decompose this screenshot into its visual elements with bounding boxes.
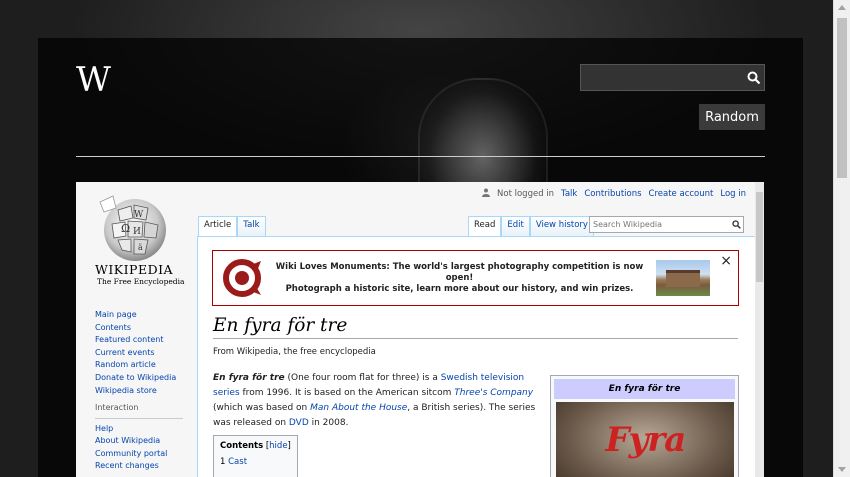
link-threes-company[interactable]: Three's Company <box>454 388 533 398</box>
wordmark-text: Wikipedia <box>95 262 174 277</box>
sidebar-item-featured-content[interactable]: Featured content <box>95 335 163 344</box>
wikipedia-tagline: The Free Encyclopedia <box>97 277 185 286</box>
toc-item-number: 1 <box>220 457 226 467</box>
toc-hide-link[interactable]: hide <box>269 441 287 451</box>
sidebar-item-donate[interactable]: Donate to Wikipedia <box>95 373 176 382</box>
page-scrollbar[interactable] <box>833 0 850 477</box>
toc-hide-toggle[interactable]: [hide] <box>266 441 291 451</box>
tab-read[interactable]: Read <box>468 216 502 236</box>
infobox-image-text: Fyra <box>605 420 687 460</box>
wiki-search[interactable] <box>589 216 744 233</box>
infobox-title: En fyra för tre <box>554 379 735 399</box>
svg-text:И: И <box>133 227 141 237</box>
close-icon[interactable]: × <box>720 253 732 269</box>
wikipedia-globe-icon[interactable]: Ω W И ä <box>98 192 172 266</box>
toc-item-label[interactable]: Cast <box>228 457 247 467</box>
search-icon[interactable] <box>743 65 764 90</box>
lead-text-3: (which was based on <box>213 403 311 413</box>
scroll-down-icon[interactable] <box>838 467 846 472</box>
banner-photo[interactable] <box>656 260 710 296</box>
wikipedia-wordmark[interactable]: Wikipedia <box>95 262 173 277</box>
page-scrollbar-thumb[interactable] <box>837 18 847 178</box>
sidebar-item-store[interactable]: Wikipedia store <box>95 386 157 395</box>
wiki-scrollbar[interactable] <box>755 182 764 477</box>
create-account-link[interactable]: Create account <box>649 189 714 199</box>
toc-title: Contents <box>220 441 264 451</box>
user-icon <box>482 188 491 200</box>
sidebar-heading-interaction: Interaction <box>95 402 139 412</box>
svg-text:ä: ä <box>138 243 143 252</box>
sidebar-item-about[interactable]: About Wikipedia <box>95 436 160 445</box>
infobox: En fyra för tre Fyra <box>550 375 739 477</box>
banner-line-1: Wiki Loves Monuments: The world's larges… <box>275 261 644 283</box>
sidebar-nav: Main page Contents Featured content Curr… <box>95 310 183 474</box>
search-icon[interactable] <box>729 217 743 232</box>
article-title: En fyra för tre <box>213 315 738 339</box>
link-man-about-the-house[interactable]: Man About the House <box>310 403 407 413</box>
sidebar-item-current-events[interactable]: Current events <box>95 348 155 357</box>
lead-text-2: from 1996. It is based on the American s… <box>239 388 455 398</box>
table-of-contents: Contents [hide] 1 Cast <box>213 435 298 477</box>
tab-history-label: View history <box>535 220 588 230</box>
login-link[interactable]: Log in <box>720 189 746 199</box>
wlm-banner: Wiki Loves Monuments: The world's larges… <box>212 250 739 306</box>
user-talk-link[interactable]: Talk <box>561 189 577 199</box>
tab-edit[interactable]: Edit <box>501 216 530 236</box>
tab-edit-label: Edit <box>507 220 524 230</box>
lead-text-1: (One four room flat for three) is a <box>284 373 441 383</box>
lead-bold-title: En fyra för tre <box>213 373 285 383</box>
header-search[interactable] <box>580 64 765 91</box>
link-dvd[interactable]: DVD <box>289 418 309 428</box>
tab-article-label: Article <box>204 220 232 230</box>
infobox-image[interactable]: Fyra <box>555 402 734 477</box>
wiki-scrollbar-thumb[interactable] <box>756 192 763 282</box>
sidebar-item-community-portal[interactable]: Community portal <box>95 449 167 458</box>
lead-text-5: in 2008. <box>308 418 349 428</box>
user-nav: Not logged in Talk Contributions Create … <box>482 188 746 200</box>
scroll-up-icon[interactable] <box>838 5 846 10</box>
sidebar-item-contents[interactable]: Contents <box>95 323 131 332</box>
tab-read-label: Read <box>474 220 496 230</box>
namespace-tabs: Article Talk <box>198 216 266 236</box>
banner-text[interactable]: Wiki Loves Monuments: The world's larges… <box>263 262 656 295</box>
random-button[interactable]: Random <box>699 104 765 130</box>
tab-article[interactable]: Article <box>198 216 238 236</box>
wiki-search-input[interactable] <box>590 217 729 232</box>
tab-talk-label: Talk <box>243 220 260 230</box>
wikipedia-page: Not logged in Talk Contributions Create … <box>76 182 764 477</box>
header-divider <box>76 156 765 157</box>
sidebar-item-main-page[interactable]: Main page <box>95 310 137 319</box>
svg-text:Ω: Ω <box>121 222 130 235</box>
view-tabs: Read Edit View history <box>468 216 594 236</box>
article-lead: En fyra för tre (One four room flat for … <box>213 371 545 431</box>
header-search-input[interactable] <box>581 65 743 90</box>
sidebar-item-recent-changes[interactable]: Recent changes <box>95 461 159 470</box>
svg-text:W: W <box>134 210 144 220</box>
tab-view-history[interactable]: View history <box>529 216 594 236</box>
tab-talk[interactable]: Talk <box>237 216 266 236</box>
login-status: Not logged in <box>497 189 555 199</box>
toc-item[interactable]: 1 Cast <box>220 457 291 467</box>
wlm-logo-icon <box>221 257 263 299</box>
sidebar-item-random-article[interactable]: Random article <box>95 360 156 369</box>
banner-line-2: Photograph a historic site, learn more a… <box>285 283 634 294</box>
wikipedia-logo[interactable]: W <box>76 60 111 100</box>
article-subtitle: From Wikipedia, the free encyclopedia <box>213 347 376 357</box>
contributions-link[interactable]: Contributions <box>584 189 641 199</box>
sidebar-item-help[interactable]: Help <box>95 424 113 433</box>
sidebar-separator <box>95 417 183 419</box>
